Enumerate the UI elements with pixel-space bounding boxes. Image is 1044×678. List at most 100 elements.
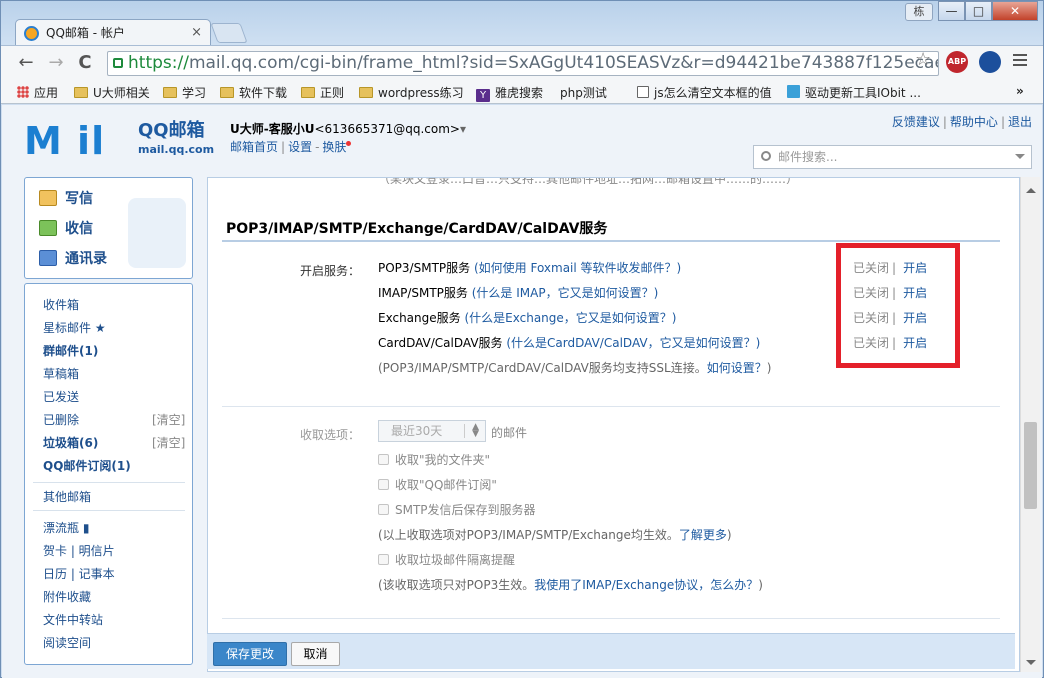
iobit-icon xyxy=(787,85,800,98)
reload-button[interactable]: C xyxy=(74,52,96,73)
content-scrollbar[interactable] xyxy=(1020,177,1040,672)
scroll-down-icon[interactable] xyxy=(1026,660,1036,670)
folder-starred[interactable]: 星标邮件 ★ xyxy=(43,319,106,336)
contacts-button[interactable]: 通讯录 xyxy=(39,248,107,270)
forward-button[interactable]: → xyxy=(45,52,67,73)
search-dropdown-icon[interactable] xyxy=(1015,154,1025,164)
bookmark-u-master[interactable]: U大师相关 xyxy=(74,84,150,101)
bookmark-regex[interactable]: 正则 xyxy=(301,84,344,101)
bookmark-label: wordpress练习 xyxy=(378,86,464,100)
fetch-range-select[interactable]: 最近30天 ▲ ▼ xyxy=(378,420,486,442)
imap-help-link[interactable]: 我使用了IMAP/Exchange协议，怎么办？ xyxy=(534,578,758,592)
file-transfer-link[interactable]: 文件中转站 xyxy=(43,611,103,628)
note-end: ) xyxy=(726,528,732,542)
save-changes-button[interactable]: 保存更改 xyxy=(213,642,287,666)
iobit-extension-icon[interactable] xyxy=(979,51,1001,73)
checkbox[interactable] xyxy=(378,504,389,515)
reading-space-link[interactable]: 阅读空间 xyxy=(43,634,91,651)
bookmark-label: 正则 xyxy=(320,86,345,100)
adblock-label: ABP xyxy=(947,57,967,66)
checkbox[interactable] xyxy=(378,454,389,465)
service-help-link[interactable]: (什么是Exchange，它又是如何设置？) xyxy=(464,311,676,325)
new-tab-button[interactable] xyxy=(210,23,248,43)
receive-label: 收信 xyxy=(65,221,93,237)
other-mailboxes[interactable]: 其他邮箱 xyxy=(43,488,91,505)
service-help-link[interactable]: (如何使用 Foxmail 等软件收发邮件？) xyxy=(474,261,681,275)
browser-tab[interactable]: QQ邮箱 - 帐户 × xyxy=(15,19,211,46)
qq-mail-favicon-icon xyxy=(24,26,39,41)
bookmark-php[interactable]: php测试 xyxy=(560,84,607,201)
calendar-links[interactable]: 日历 | 记事本 xyxy=(43,565,115,582)
option-smtp-save[interactable]: SMTP发信后保存到服务器 xyxy=(378,501,536,518)
cards-links[interactable]: 贺卡 | 明信片 xyxy=(43,542,115,559)
bookmark-star-icon[interactable]: ☆ xyxy=(915,49,931,70)
skin-link[interactable]: 换肤 xyxy=(322,140,346,154)
user-identity[interactable]: U大师-客服小U<613665371@qq.com>▾ xyxy=(230,120,466,137)
bookmarks-more-button[interactable]: » xyxy=(1016,84,1024,98)
service-row: IMAP/SMTP服务 (什么是 IMAP，它又是如何设置？) xyxy=(378,284,658,301)
bookmark-study[interactable]: 学习 xyxy=(163,84,206,101)
checkbox[interactable] xyxy=(378,479,389,490)
open-service-label: 开启服务： xyxy=(299,264,360,278)
service-row: POP3/SMTP服务 (如何使用 Foxmail 等软件收发邮件？) xyxy=(378,259,681,276)
contacts-icon xyxy=(39,250,57,266)
tab-title: QQ邮箱 - 帐户 xyxy=(46,26,125,40)
bookmark-yahoo[interactable]: Y 雅虎搜索 xyxy=(476,84,543,102)
mail-page: M il QQ邮箱 mail.qq.com U大师-客服小U<613665371@… xyxy=(2,105,1042,678)
clear-spam-link[interactable]: [清空] xyxy=(152,434,185,451)
minimize-button[interactable]: — xyxy=(938,1,965,21)
option-label: 收取垃圾邮件隔离提醒 xyxy=(395,553,516,567)
address-bar[interactable]: https://mail.qq.com/cgi-bin/frame_html?s… xyxy=(107,51,939,76)
bookmark-label: 雅虎搜索 xyxy=(495,86,544,100)
browser-menu-icon[interactable] xyxy=(1013,54,1027,69)
folder-drafts[interactable]: 草稿箱 xyxy=(43,365,79,382)
highlight-annotation-box xyxy=(836,243,960,368)
learn-more-link[interactable]: 了解更多 xyxy=(679,528,727,542)
profile-badge[interactable]: 栋 xyxy=(905,3,933,21)
cancel-button[interactable]: 取消 xyxy=(291,642,340,666)
folder-subscriptions[interactable]: QQ邮件订阅(1) xyxy=(43,457,131,474)
adblock-extension-icon[interactable]: ABP xyxy=(946,51,968,73)
option-spam-alert[interactable]: 收取垃圾邮件隔离提醒 xyxy=(378,551,515,568)
receive-button[interactable]: 收信 xyxy=(39,218,93,240)
folder-sent[interactable]: 已发送 xyxy=(43,388,79,405)
service-help-link[interactable]: (什么是 IMAP，它又是如何设置？) xyxy=(472,286,659,300)
bookmark-software[interactable]: 软件下载 xyxy=(220,84,287,101)
browser-toolbar: ← → C https://mail.qq.com/cgi-bin/frame_… xyxy=(1,45,1043,79)
help-center-link[interactable]: 帮助中心 xyxy=(950,115,998,129)
back-button[interactable]: ← xyxy=(15,52,37,73)
mail-home-link[interactable]: 邮箱首页 xyxy=(230,140,278,154)
folder-group[interactable]: 群邮件(1) xyxy=(43,342,98,359)
drift-bottle-link[interactable]: 漂流瓶 ▮ xyxy=(43,519,89,536)
qq-mail-logo[interactable]: M il xyxy=(24,119,105,163)
tab-close-icon[interactable]: × xyxy=(191,20,202,46)
scroll-thumb[interactable] xyxy=(1024,422,1037,509)
folder-list: 收件箱 星标邮件 ★ 群邮件(1) 草稿箱 已发送 已删除 [清空] 垃圾箱(6)… xyxy=(24,283,193,665)
maximize-button[interactable]: □ xyxy=(965,1,992,21)
bookmark-iobit[interactable]: 驱动更新工具IObit ... xyxy=(787,84,921,101)
feedback-link[interactable]: 反馈建议 xyxy=(892,115,940,129)
ssl-help-link[interactable]: 如何设置？ xyxy=(707,361,767,375)
search-icon xyxy=(761,151,771,161)
option-my-folders[interactable]: 收取"我的文件夹" xyxy=(378,451,490,468)
mail-search-input[interactable]: 邮件搜索... xyxy=(753,145,1032,169)
folder-spam[interactable]: 垃圾箱(6) [清空] xyxy=(43,434,193,451)
option-subscriptions[interactable]: 收取"QQ邮件订阅" xyxy=(378,476,497,493)
settings-link[interactable]: 设置 xyxy=(288,140,312,154)
folder-deleted[interactable]: 已删除 [清空] xyxy=(43,411,193,428)
service-name: CardDAV/CalDAV服务 xyxy=(378,336,503,350)
fetch-options-label: 收取选项： xyxy=(299,428,360,442)
attachments-link[interactable]: 附件收藏 xyxy=(43,588,91,605)
folder-inbox[interactable]: 收件箱 xyxy=(43,296,79,313)
bookmark-apps[interactable]: 应用 xyxy=(17,84,58,101)
bookmark-js[interactable]: js怎么清空文本框的值 xyxy=(637,84,772,101)
checkbox[interactable] xyxy=(378,554,389,565)
close-window-button[interactable]: ✕ xyxy=(992,1,1038,21)
select-arrow-icon: ▲ ▼ xyxy=(472,422,479,439)
service-help-link[interactable]: (什么是CardDAV/CalDAV，它又是如何设置？) xyxy=(506,336,760,350)
bookmark-wordpress[interactable]: wordpress练习 xyxy=(359,84,464,101)
clear-deleted-link[interactable]: [清空] xyxy=(152,411,185,428)
scroll-up-icon[interactable] xyxy=(1026,183,1036,193)
compose-button[interactable]: 写信 xyxy=(39,188,93,210)
logout-link[interactable]: 退出 xyxy=(1008,115,1032,129)
